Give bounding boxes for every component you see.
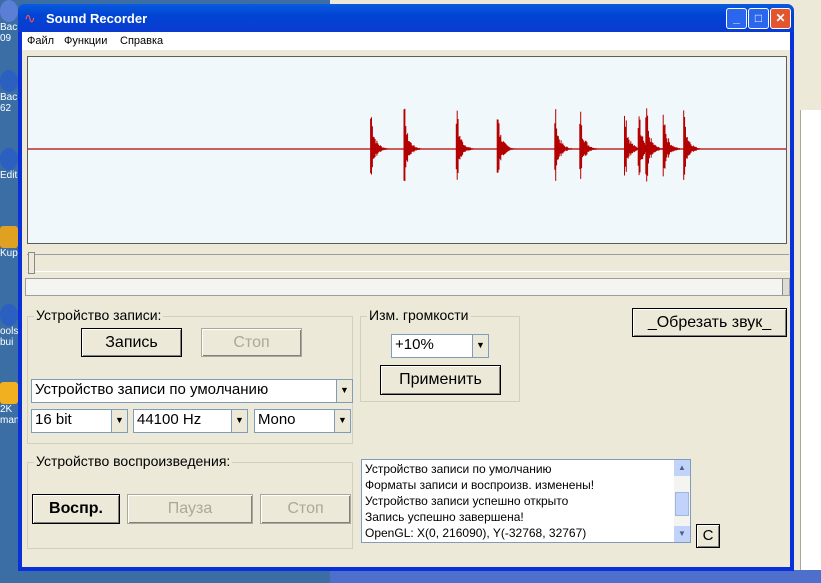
- desktop-icon-4[interactable]: Kup: [0, 226, 18, 259]
- waveform-burst: [683, 110, 704, 180]
- chevron-down-icon[interactable]: ▼: [336, 380, 352, 402]
- menu-help[interactable]: Справка: [120, 35, 163, 47]
- minimize-button[interactable]: _: [726, 8, 747, 29]
- channels-select[interactable]: Mono ▼: [254, 409, 351, 433]
- waveform-burst: [370, 117, 390, 175]
- star-icon: [0, 382, 18, 404]
- log-scrollbar[interactable]: ▲ ▼: [674, 460, 690, 542]
- record-stop-button[interactable]: Стоп: [201, 328, 302, 357]
- desktop-icon-label: 2K man: [0, 404, 18, 426]
- chevron-down-icon[interactable]: ▼: [231, 410, 247, 432]
- scroll-down-icon[interactable]: ▼: [674, 526, 690, 542]
- desktop-icon-label: ools bui: [0, 326, 18, 348]
- desktop-icon-label: Kup: [0, 248, 18, 259]
- waveform-burst: [496, 119, 517, 173]
- waveform-burst: [579, 111, 600, 179]
- record-device-group: Устройство записи: Запись Стоп Устройств…: [27, 307, 353, 444]
- bit-depth-select[interactable]: 16 bit ▼: [31, 409, 128, 433]
- app-icon: [0, 0, 18, 22]
- m-logo-icon: [0, 70, 18, 92]
- chevron-down-icon[interactable]: ▼: [334, 410, 350, 432]
- menu-bar: Файл Функции Справка: [22, 32, 790, 50]
- log-line: Устройство записи по умолчанию: [365, 462, 552, 476]
- log-lines: Устройство записи по умолчанию Форматы з…: [365, 461, 594, 541]
- desktop-icon-1[interactable]: Bac 09: [0, 0, 18, 44]
- apply-button[interactable]: Применить: [380, 365, 501, 395]
- sample-rate-select[interactable]: 44100 Hz ▼: [133, 409, 248, 433]
- channels-value: Mono: [258, 411, 296, 428]
- playback-stop-button[interactable]: Стоп: [260, 494, 351, 524]
- chevron-down-icon[interactable]: ▼: [472, 335, 488, 357]
- volume-group-title: Изм. громкости: [367, 307, 471, 323]
- trackbar-thumb[interactable]: [28, 252, 35, 274]
- desktop-icon-label: Bac 09: [0, 22, 18, 44]
- window-title: Sound Recorder: [46, 11, 148, 26]
- horizontal-scrollbar[interactable]: [25, 278, 790, 296]
- log-line: Форматы записи и воспроизв. изменены!: [365, 478, 595, 492]
- chevron-down-icon[interactable]: ▼: [111, 410, 127, 432]
- pause-button[interactable]: Пауза: [127, 494, 253, 524]
- record-device-select[interactable]: Устройство записи по умолчанию ▼: [31, 379, 353, 403]
- desktop-icon-label: Bac 62: [0, 92, 18, 114]
- window-client: Файл Функции Справка Устройство записи: …: [22, 32, 790, 567]
- log-line: Устройство записи успешно открыто: [365, 494, 569, 508]
- playback-group-title: Устройство воспроизведения:: [34, 453, 233, 469]
- record-button[interactable]: Запись: [81, 328, 182, 357]
- volume-value: +10%: [395, 336, 434, 353]
- desktop-icon-3[interactable]: Edit: [0, 148, 18, 181]
- desktop-icon-label: Edit: [0, 170, 18, 181]
- m-logo-icon: [0, 148, 18, 170]
- volume-group: Изм. громкости +10% ▼ Применить: [360, 307, 520, 402]
- desktop-icon-2[interactable]: Bac 62: [0, 70, 18, 114]
- background-window-pane: [800, 110, 821, 583]
- desktop-icon-5[interactable]: ools bui: [0, 304, 18, 348]
- log-line: OpenGL: X(0, 216090), Y(-32768, 32767): [365, 526, 587, 540]
- waveform-burst: [645, 108, 666, 182]
- sample-rate-value: 44100 Hz: [137, 411, 202, 428]
- play-button[interactable]: Воспр.: [32, 494, 120, 524]
- flame-icon: [0, 226, 18, 248]
- clear-log-button[interactable]: C: [696, 524, 720, 548]
- sound-recorder-window: ∿ Sound Recorder _ □ ✕ Файл Функции Спра…: [18, 4, 794, 571]
- scrollbar-thumb[interactable]: [782, 279, 789, 295]
- waveform-burst: [662, 114, 683, 177]
- record-group-title: Устройство записи:: [34, 307, 164, 323]
- waveform-icon: ∿: [24, 10, 36, 26]
- log-line: Запись успешно завершена!: [365, 510, 524, 524]
- background-window-statusbar: [330, 570, 821, 583]
- maximize-button[interactable]: □: [748, 8, 769, 29]
- close-button[interactable]: ✕: [770, 8, 791, 29]
- log-box[interactable]: Устройство записи по умолчанию Форматы з…: [361, 459, 691, 543]
- title-bar[interactable]: ∿ Sound Recorder _ □ ✕: [18, 4, 794, 32]
- trim-sound-button[interactable]: _Обрезать звук_: [632, 308, 787, 337]
- record-device-value: Устройство записи по умолчанию: [35, 381, 269, 398]
- waveform-burst: [403, 108, 424, 182]
- waveform-burst: [554, 109, 575, 181]
- scroll-up-icon[interactable]: ▲: [674, 460, 690, 476]
- playback-device-group: Устройство воспроизведения: Воспр. Пауза…: [27, 453, 353, 549]
- m-logo-icon: [0, 304, 18, 326]
- position-trackbar[interactable]: [27, 254, 789, 272]
- volume-select[interactable]: +10% ▼: [391, 334, 489, 358]
- waveform-burst: [455, 110, 476, 180]
- menu-file[interactable]: Файл: [27, 35, 54, 47]
- waveform-display[interactable]: [27, 56, 787, 244]
- menu-functions[interactable]: Функции: [64, 35, 107, 47]
- desktop-icon-6[interactable]: 2K man: [0, 382, 18, 426]
- log-scrollbar-thumb[interactable]: [675, 492, 689, 516]
- waveform-plot: [28, 108, 786, 182]
- bit-depth-value: 16 bit: [35, 411, 72, 428]
